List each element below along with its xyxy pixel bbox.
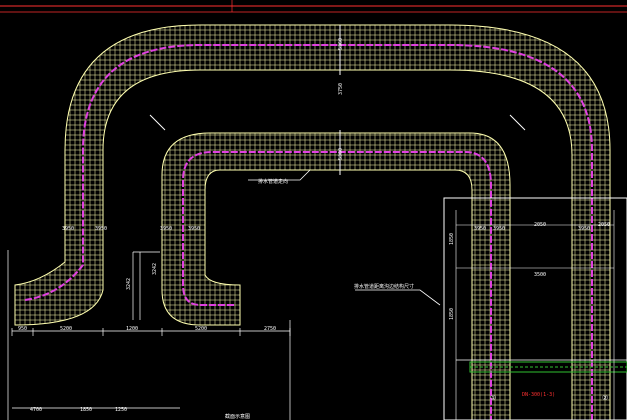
bottom-dim-c: 1250: [115, 407, 127, 413]
right-leg-dim-2: 1850: [449, 233, 455, 245]
bottom-dim-2: 5200: [60, 326, 72, 332]
bottom-dimension-lines: [11, 320, 291, 420]
left-detail-dim-1: 3242: [126, 278, 132, 290]
outer-vertical-dim: 3750: [338, 83, 344, 95]
right-leg-dim-1: 1850: [449, 308, 455, 320]
right-left-dim-1: 3950: [474, 226, 486, 232]
marker-1: ①: [490, 394, 496, 402]
right-top-dim-1: 2050: [534, 222, 546, 228]
outer-channel: [14, 24, 611, 420]
outer-top-dim: 5360: [338, 38, 344, 50]
bottom-dim-a: 4700: [30, 407, 42, 413]
left-leg-dim-2: 3950: [95, 226, 107, 232]
right-mid-dim: 3500: [534, 272, 546, 278]
red-label: DN-300(1-3): [522, 392, 555, 398]
marker-2: ②: [602, 394, 608, 402]
bottom-dim-4: 5200: [195, 326, 207, 332]
right-top-dim-2: 2050: [598, 222, 610, 228]
right-left-dim-3: 3950: [578, 226, 590, 232]
left-detail-dim-2: 3242: [152, 263, 158, 275]
bottom-dim-3: 1200: [126, 326, 138, 332]
left-leg-dim-1: 3950: [62, 226, 74, 232]
inner-top-dim: 5360: [338, 148, 344, 160]
inner-channel: [161, 132, 511, 420]
right-left-dim-2: 3950: [493, 226, 505, 232]
section-label: 截面示意图: [225, 413, 250, 420]
bottom-dim-5: 2750: [264, 326, 276, 332]
right-note: 排水管道距离沟边结构尺寸: [354, 283, 414, 290]
top-frame-lines: [0, 0, 627, 13]
bottom-dim-b: 1850: [80, 407, 92, 413]
left-leg-dim-3: 3950: [160, 226, 172, 232]
bottom-dim-1: 950: [18, 326, 27, 332]
inner-note: 排水管道走向: [258, 178, 288, 185]
left-leg-dim-4: 3950: [188, 226, 200, 232]
cad-drawing-canvas: 950 5200 1200 5200 2750 5360 3750 5360 3…: [0, 0, 627, 420]
